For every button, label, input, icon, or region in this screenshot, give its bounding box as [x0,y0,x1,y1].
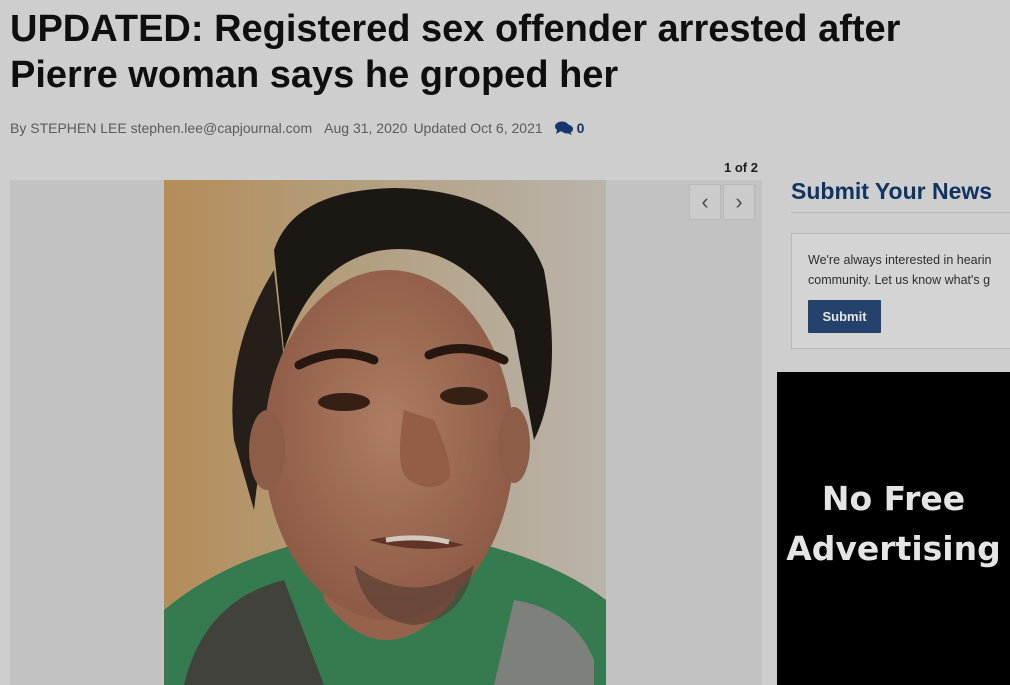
chevron-left-icon: ‹ [701,189,709,214]
headline-line-2: Pierre woman says he groped her [10,54,619,96]
submit-news-box: We're always interested in hearin commun… [791,233,1010,349]
gallery-counter: 1 of 2 [724,160,758,175]
comment-count: 0 [576,120,585,136]
comments-link[interactable]: 0 [554,120,585,136]
comments-icon [554,121,573,135]
updated-date: Updated Oct 6, 2021 [413,120,543,136]
submit-button[interactable]: Submit [808,300,881,333]
submit-text-line-2: community. Let us know what's g [808,273,991,287]
ad-line-2: Advertising [786,528,1001,568]
ad-line-1: No Free [821,478,966,518]
mugshot-photo[interactable] [164,180,606,685]
chevron-right-icon: › [735,189,743,214]
advertisement[interactable]: No Free Advertising [777,372,1010,685]
author-credit: By STEPHEN LEE stephen.lee@capjournal.co… [10,120,313,136]
submit-text-line-1: We're always interested in hearin [808,253,992,267]
byline: By STEPHEN LEE stephen.lee@capjournal.co… [10,120,584,136]
headline-line-1: UPDATED: Registered sex offender arreste… [10,8,901,50]
published-date: Aug 31, 2020 [324,120,408,136]
sidebar-divider [791,212,1010,213]
photo-gallery[interactable]: ‹ › [10,180,762,685]
submit-news-text: We're always interested in hearin commun… [808,250,1010,290]
sidebar-title: Submit Your News [791,178,993,204]
gallery-prev-button[interactable]: ‹ [689,184,721,220]
article-headline: UPDATED: Registered sex offender arreste… [10,6,1010,98]
gallery-next-button[interactable]: › [723,184,755,220]
